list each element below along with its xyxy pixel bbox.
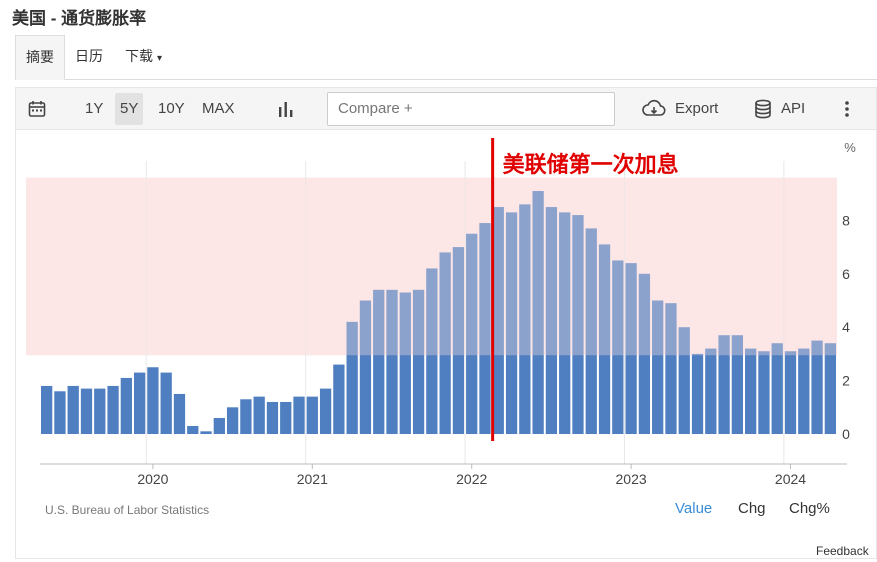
bar-2023-10 [745, 348, 757, 434]
tab-download[interactable]: 下载 ▾ [115, 35, 172, 80]
y-tick-label-0: 0 [842, 426, 850, 442]
x-tick-label-2024: 2024 [775, 471, 806, 487]
annotation-label: 美联储第一次加息 [503, 152, 679, 177]
chevron-down-icon: ▾ [157, 53, 163, 64]
export-button[interactable]: Export [675, 88, 718, 130]
bar-2019-10 [107, 385, 119, 434]
tab-summary-label: 摘要 [26, 49, 54, 65]
bar-2019-09 [94, 388, 106, 434]
bar-2020-10 [266, 401, 279, 434]
x-tick-label-2023: 2023 [616, 471, 647, 487]
bar-2020-04 [187, 425, 199, 434]
chart-toolbar: 1Y 5Y 10Y MAX Compare + Export API [16, 88, 876, 130]
view-chg-pct-button[interactable]: Chg% [789, 500, 830, 517]
more-vertical-icon[interactable] [842, 100, 852, 123]
bar-2020-01 [147, 367, 159, 434]
bar-2023-06 [691, 353, 704, 434]
compare-input[interactable]: Compare + [327, 92, 615, 126]
tab-bar: 摘要 日历 下载 ▾ [15, 35, 877, 80]
bar-chart-icon[interactable] [277, 100, 295, 123]
bar-2019-07 [67, 385, 79, 434]
bar-2020-06 [213, 417, 225, 434]
tab-calendar-label: 日历 [75, 48, 103, 64]
bar-2020-02 [160, 372, 172, 434]
calendar-icon[interactable] [28, 100, 46, 123]
bar-2023-12 [771, 343, 783, 434]
range-10y[interactable]: 10Y [153, 93, 190, 125]
bar-2020-05 [200, 431, 212, 434]
bar-2020-12 [293, 396, 305, 434]
bar-2020-11 [280, 401, 292, 434]
cloud-download-icon[interactable] [642, 99, 666, 124]
bar-2021-02 [319, 388, 332, 434]
tab-summary[interactable]: 摘要 [15, 35, 65, 80]
source-label: U.S. Bureau of Labor Statistics [45, 503, 210, 517]
inflation-bar-chart: 2020 2021 2022 2023 2024 0 2 4 6 8% 美联储第一次加息 [26, 138, 856, 487]
range-5y[interactable]: 5Y [115, 93, 144, 125]
bar-2024-01 [784, 351, 797, 434]
view-value-button[interactable]: Value [675, 500, 712, 517]
database-icon[interactable] [754, 99, 772, 124]
bar-2021-03 [333, 364, 345, 434]
bar-2020-03 [173, 393, 186, 434]
y-tick-label-2: 2 [842, 373, 850, 389]
bar-2024-04 [824, 343, 836, 434]
bar-2020-08 [240, 399, 252, 434]
chart-panel: 1Y 5Y 10Y MAX Compare + Export API 2020 2… [15, 87, 877, 559]
y-tick-label-6: 6 [842, 266, 850, 282]
range-1y[interactable]: 1Y [80, 93, 108, 125]
bar-2019-08 [80, 388, 93, 434]
api-button[interactable]: API [781, 88, 805, 130]
bar-2024-02 [798, 348, 810, 434]
bar-2021-01 [306, 396, 318, 434]
y-tick-label-8: 8 [842, 212, 850, 228]
bar-2023-07 [705, 348, 717, 434]
x-tick-label-2022: 2022 [456, 471, 487, 487]
bar-2023-11 [758, 351, 770, 434]
bar-2020-09 [253, 396, 265, 434]
y-tick-label-4: 4 [842, 319, 850, 335]
tab-download-label: 下载 [125, 48, 153, 64]
page-title: 美国 - 通货膨胀率 [12, 9, 147, 28]
tab-calendar[interactable]: 日历 [65, 35, 113, 80]
x-tick-label-2021: 2021 [297, 471, 328, 487]
bar-2019-12 [133, 372, 146, 434]
bar-2019-06 [54, 391, 66, 434]
unit-label: % [844, 140, 856, 155]
bar-2019-11 [120, 377, 132, 434]
bar-2020-07 [226, 407, 239, 434]
range-max[interactable]: MAX [197, 93, 240, 125]
highlight-band-overlay [26, 177, 837, 356]
chart-area: 2020 2021 2022 2023 2024 0 2 4 6 8% 美联储第一次加息 [16, 131, 876, 558]
bar-2019-05 [41, 385, 53, 434]
feedback-link[interactable]: Feedback [816, 544, 869, 558]
x-tick-label-2020: 2020 [137, 471, 168, 487]
view-chg-button[interactable]: Chg [738, 500, 766, 517]
